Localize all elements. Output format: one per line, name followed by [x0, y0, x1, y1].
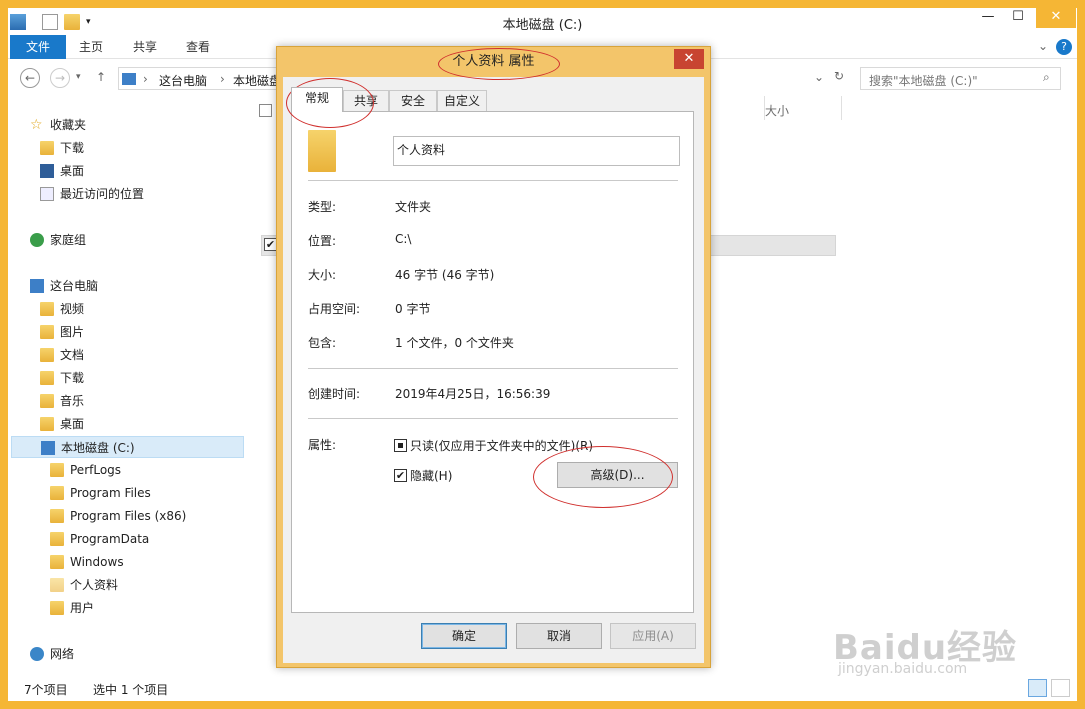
attributes-label: 属性:	[308, 438, 337, 452]
type-label: 类型:	[308, 200, 337, 214]
location-label: 位置:	[308, 234, 337, 248]
back-icon[interactable]: ←	[20, 68, 40, 88]
computer-icon	[122, 73, 136, 85]
folder-icon	[50, 532, 64, 546]
folder-icon	[50, 463, 64, 477]
watermark-url: jingyan.baidu.com	[838, 661, 968, 677]
forward-icon[interactable]: →	[50, 68, 70, 88]
search-icon: ⌕	[1043, 70, 1050, 84]
downloads-folder-icon	[40, 141, 54, 155]
computer-icon	[30, 279, 44, 293]
separator	[308, 180, 678, 181]
separator	[308, 368, 678, 369]
location-value: C:\	[395, 232, 412, 246]
tab-view[interactable]: 查看	[173, 35, 223, 59]
help-icon[interactable]: ?	[1056, 39, 1072, 55]
minimize-button[interactable]: —	[974, 8, 1002, 28]
status-bar: 7个项目 选中 1 个项目	[8, 676, 1077, 701]
desktop-folder-icon	[40, 417, 54, 431]
column-header-size[interactable]: 大小	[765, 102, 789, 119]
large-icons-view-icon[interactable]	[1051, 679, 1070, 697]
star-icon: ☆	[30, 117, 43, 133]
general-panel: 个人资料 类型: 文件夹 位置: C:\ 大小: 46 字节 (46 字节) 占…	[291, 111, 694, 613]
breadcrumb-separator-icon: ›	[143, 72, 148, 86]
created-value: 2019年4月25日，16:56:39	[395, 387, 551, 401]
dialog-body: 常规 共享 安全 自定义 个人资料 类型: 文件夹 位置: C:\ 大小: 46…	[283, 77, 704, 663]
up-icon[interactable]: ↑	[96, 70, 106, 84]
created-label: 创建时间:	[308, 387, 361, 401]
tab-security[interactable]: 安全	[389, 90, 437, 111]
readonly-checkbox[interactable]	[394, 439, 407, 452]
size-label: 大小:	[308, 268, 337, 282]
downloads-folder-icon	[40, 371, 54, 385]
videos-folder-icon	[40, 302, 54, 316]
hidden-checkbox[interactable]: ✔	[394, 469, 407, 482]
annotation-ellipse-advanced	[533, 446, 673, 508]
drive-icon	[41, 441, 55, 455]
folder-large-icon	[308, 130, 336, 172]
maximize-button[interactable]: ☐	[1004, 8, 1032, 28]
tab-general[interactable]: 常规	[291, 87, 343, 112]
window-title: 本地磁盘 (C:)	[502, 18, 583, 33]
annotation-ellipse-title	[438, 48, 560, 80]
separator	[308, 418, 678, 419]
tab-customize[interactable]: 自定义	[437, 90, 487, 111]
recent-places-icon	[40, 187, 54, 201]
properties-dialog: 个人资料 属性 ✕ 常规 共享 安全 自定义 个人资料 类型: 文件夹 位置: …	[276, 46, 711, 668]
ribbon-expand-icon[interactable]: ⌄	[1038, 39, 1048, 53]
disk-size-label: 占用空间:	[308, 302, 361, 316]
tab-share[interactable]: 共享	[120, 35, 170, 59]
folder-icon	[50, 486, 64, 500]
pictures-folder-icon	[40, 325, 54, 339]
details-view-icon[interactable]	[1028, 679, 1047, 697]
hidden-label[interactable]: 隐藏(H)	[410, 467, 452, 484]
column-divider	[841, 96, 842, 120]
select-all-checkbox[interactable]	[259, 104, 272, 117]
close-button[interactable]: ✕	[1036, 8, 1076, 28]
folder-icon	[50, 555, 64, 569]
network-icon	[30, 647, 44, 661]
breadcrumb-thispc[interactable]: 这台电脑	[159, 72, 207, 89]
recent-locations-icon[interactable]: ▾	[76, 72, 81, 82]
search-placeholder: 搜索"本地磁盘 (C:)"	[869, 74, 978, 88]
contains-value: 1 个文件，0 个文件夹	[395, 336, 514, 350]
homegroup-icon	[30, 233, 44, 247]
desktop-icon	[40, 164, 54, 178]
ok-button[interactable]: 确定	[421, 623, 507, 649]
title-bar: ▾ 本地磁盘 (C:) — ☐ ✕	[8, 8, 1077, 36]
item-count: 7个项目	[24, 683, 68, 697]
nav-local-disk[interactable]: 本地磁盘 (C:)	[11, 436, 244, 458]
folder-name-input[interactable]: 个人资料	[393, 136, 680, 166]
selection-count: 选中 1 个项目	[93, 683, 169, 697]
search-input[interactable]: 搜索"本地磁盘 (C:)" ⌕	[860, 67, 1061, 90]
refresh-icon[interactable]: ↻	[834, 69, 844, 83]
disk-size-value: 0 字节	[395, 302, 431, 316]
folder-icon	[50, 509, 64, 523]
column-divider	[764, 96, 765, 120]
music-folder-icon	[40, 394, 54, 408]
address-dropdown-icon[interactable]: ⌄	[814, 70, 824, 84]
dialog-close-button[interactable]: ✕	[674, 49, 704, 69]
hidden-folder-icon	[50, 578, 64, 592]
type-value: 文件夹	[395, 200, 432, 214]
tab-file[interactable]: 文件	[10, 35, 66, 59]
apply-button[interactable]: 应用(A)	[610, 623, 696, 649]
breadcrumb-separator-icon: ›	[220, 72, 225, 86]
contains-label: 包含:	[308, 336, 337, 350]
cancel-button[interactable]: 取消	[516, 623, 602, 649]
folder-icon	[50, 601, 64, 615]
navigation-pane: ☆ 收藏夹 下载 桌面 最近访问的位置 家庭组 这台电脑 视频 图片 文档 下载 …	[8, 96, 248, 676]
tab-home[interactable]: 主页	[66, 35, 116, 59]
address-field[interactable]: › 这台电脑 › 本地磁盘 (C:)	[118, 67, 288, 90]
size-value: 46 字节 (46 字节)	[395, 268, 495, 282]
documents-folder-icon	[40, 348, 54, 362]
